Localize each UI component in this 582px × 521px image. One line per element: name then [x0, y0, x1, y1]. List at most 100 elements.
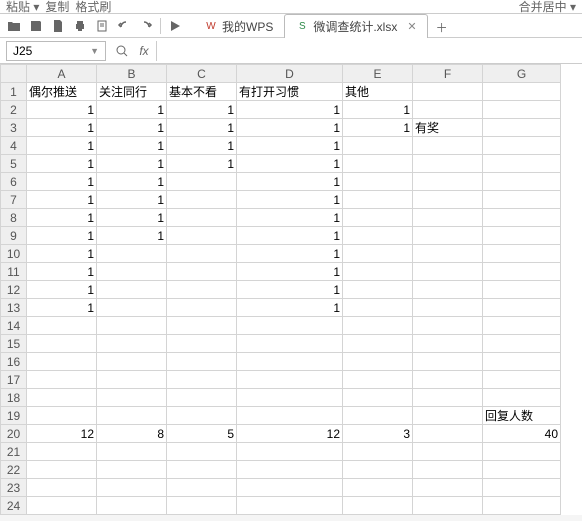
- row-header[interactable]: 16: [1, 353, 27, 371]
- cell[interactable]: [413, 101, 483, 119]
- cell[interactable]: [27, 497, 97, 515]
- cell[interactable]: [167, 209, 237, 227]
- row-header[interactable]: 17: [1, 371, 27, 389]
- cell[interactable]: [483, 173, 561, 191]
- cell[interactable]: [343, 353, 413, 371]
- cell[interactable]: 1: [27, 263, 97, 281]
- column-header[interactable]: E: [343, 65, 413, 83]
- cell[interactable]: 1: [237, 245, 343, 263]
- cell[interactable]: [97, 443, 167, 461]
- cell[interactable]: [483, 317, 561, 335]
- cell[interactable]: [97, 299, 167, 317]
- row-header[interactable]: 18: [1, 389, 27, 407]
- cell[interactable]: [413, 407, 483, 425]
- cell[interactable]: [237, 335, 343, 353]
- cell[interactable]: [483, 227, 561, 245]
- cell[interactable]: [413, 83, 483, 101]
- cell[interactable]: [413, 497, 483, 515]
- cell[interactable]: 1: [27, 245, 97, 263]
- cell[interactable]: 关注同行: [97, 83, 167, 101]
- cell[interactable]: [97, 479, 167, 497]
- cell[interactable]: [97, 317, 167, 335]
- cell[interactable]: [97, 335, 167, 353]
- save-icon[interactable]: [28, 18, 44, 34]
- cell[interactable]: 1: [27, 119, 97, 137]
- cell[interactable]: [27, 389, 97, 407]
- cell[interactable]: [167, 497, 237, 515]
- cell[interactable]: [343, 227, 413, 245]
- cell[interactable]: 1: [27, 299, 97, 317]
- cell[interactable]: [483, 191, 561, 209]
- cell[interactable]: 12: [237, 425, 343, 443]
- cell[interactable]: [413, 281, 483, 299]
- row-header[interactable]: 3: [1, 119, 27, 137]
- cell[interactable]: 1: [237, 299, 343, 317]
- cell[interactable]: 基本不看: [167, 83, 237, 101]
- cell[interactable]: [237, 497, 343, 515]
- cell[interactable]: [167, 227, 237, 245]
- select-all-corner[interactable]: [1, 65, 27, 83]
- cell[interactable]: 1: [27, 137, 97, 155]
- cell[interactable]: 1: [237, 191, 343, 209]
- cell[interactable]: [27, 407, 97, 425]
- cell[interactable]: [27, 317, 97, 335]
- cell[interactable]: [483, 353, 561, 371]
- cell[interactable]: [483, 281, 561, 299]
- cell[interactable]: [413, 353, 483, 371]
- cell[interactable]: [237, 317, 343, 335]
- cell[interactable]: [343, 263, 413, 281]
- row-header[interactable]: 5: [1, 155, 27, 173]
- row-header[interactable]: 13: [1, 299, 27, 317]
- cell[interactable]: [167, 461, 237, 479]
- pdf-icon[interactable]: [50, 18, 66, 34]
- cell[interactable]: 1: [237, 173, 343, 191]
- format-painter-button[interactable]: 格式刷: [75, 0, 111, 14]
- cell[interactable]: [237, 461, 343, 479]
- row-header[interactable]: 7: [1, 191, 27, 209]
- print-preview-icon[interactable]: [94, 18, 110, 34]
- cell[interactable]: [343, 317, 413, 335]
- cell[interactable]: [343, 479, 413, 497]
- column-header[interactable]: F: [413, 65, 483, 83]
- cell[interactable]: 5: [167, 425, 237, 443]
- cell[interactable]: [343, 173, 413, 191]
- cell[interactable]: [343, 281, 413, 299]
- cell[interactable]: [413, 227, 483, 245]
- cell[interactable]: [27, 353, 97, 371]
- cell[interactable]: 1: [237, 209, 343, 227]
- cell[interactable]: 1: [97, 101, 167, 119]
- row-header[interactable]: 2: [1, 101, 27, 119]
- cell[interactable]: [413, 479, 483, 497]
- cell[interactable]: 3: [343, 425, 413, 443]
- cell[interactable]: [483, 245, 561, 263]
- cell[interactable]: [413, 155, 483, 173]
- cell[interactable]: 12: [27, 425, 97, 443]
- name-box[interactable]: J25 ▼: [6, 41, 106, 61]
- cell[interactable]: 1: [97, 209, 167, 227]
- cell[interactable]: [483, 479, 561, 497]
- copy-button[interactable]: 复制: [45, 0, 69, 14]
- cell[interactable]: [413, 371, 483, 389]
- cell[interactable]: [483, 263, 561, 281]
- cell[interactable]: 1: [237, 119, 343, 137]
- cell[interactable]: 1: [27, 101, 97, 119]
- column-header[interactable]: D: [237, 65, 343, 83]
- cell[interactable]: [167, 173, 237, 191]
- close-icon[interactable]: ✕: [407, 20, 416, 33]
- cell[interactable]: [167, 317, 237, 335]
- cell[interactable]: [27, 479, 97, 497]
- cell[interactable]: 1: [27, 191, 97, 209]
- cell[interactable]: [413, 263, 483, 281]
- cell[interactable]: [483, 461, 561, 479]
- cell[interactable]: [97, 371, 167, 389]
- cell[interactable]: 1: [27, 155, 97, 173]
- cell[interactable]: [413, 173, 483, 191]
- cell[interactable]: 1: [97, 137, 167, 155]
- cell[interactable]: [413, 335, 483, 353]
- cell[interactable]: [483, 497, 561, 515]
- column-header[interactable]: B: [97, 65, 167, 83]
- column-header[interactable]: C: [167, 65, 237, 83]
- cell[interactable]: [343, 191, 413, 209]
- cell[interactable]: [413, 299, 483, 317]
- cell[interactable]: [237, 443, 343, 461]
